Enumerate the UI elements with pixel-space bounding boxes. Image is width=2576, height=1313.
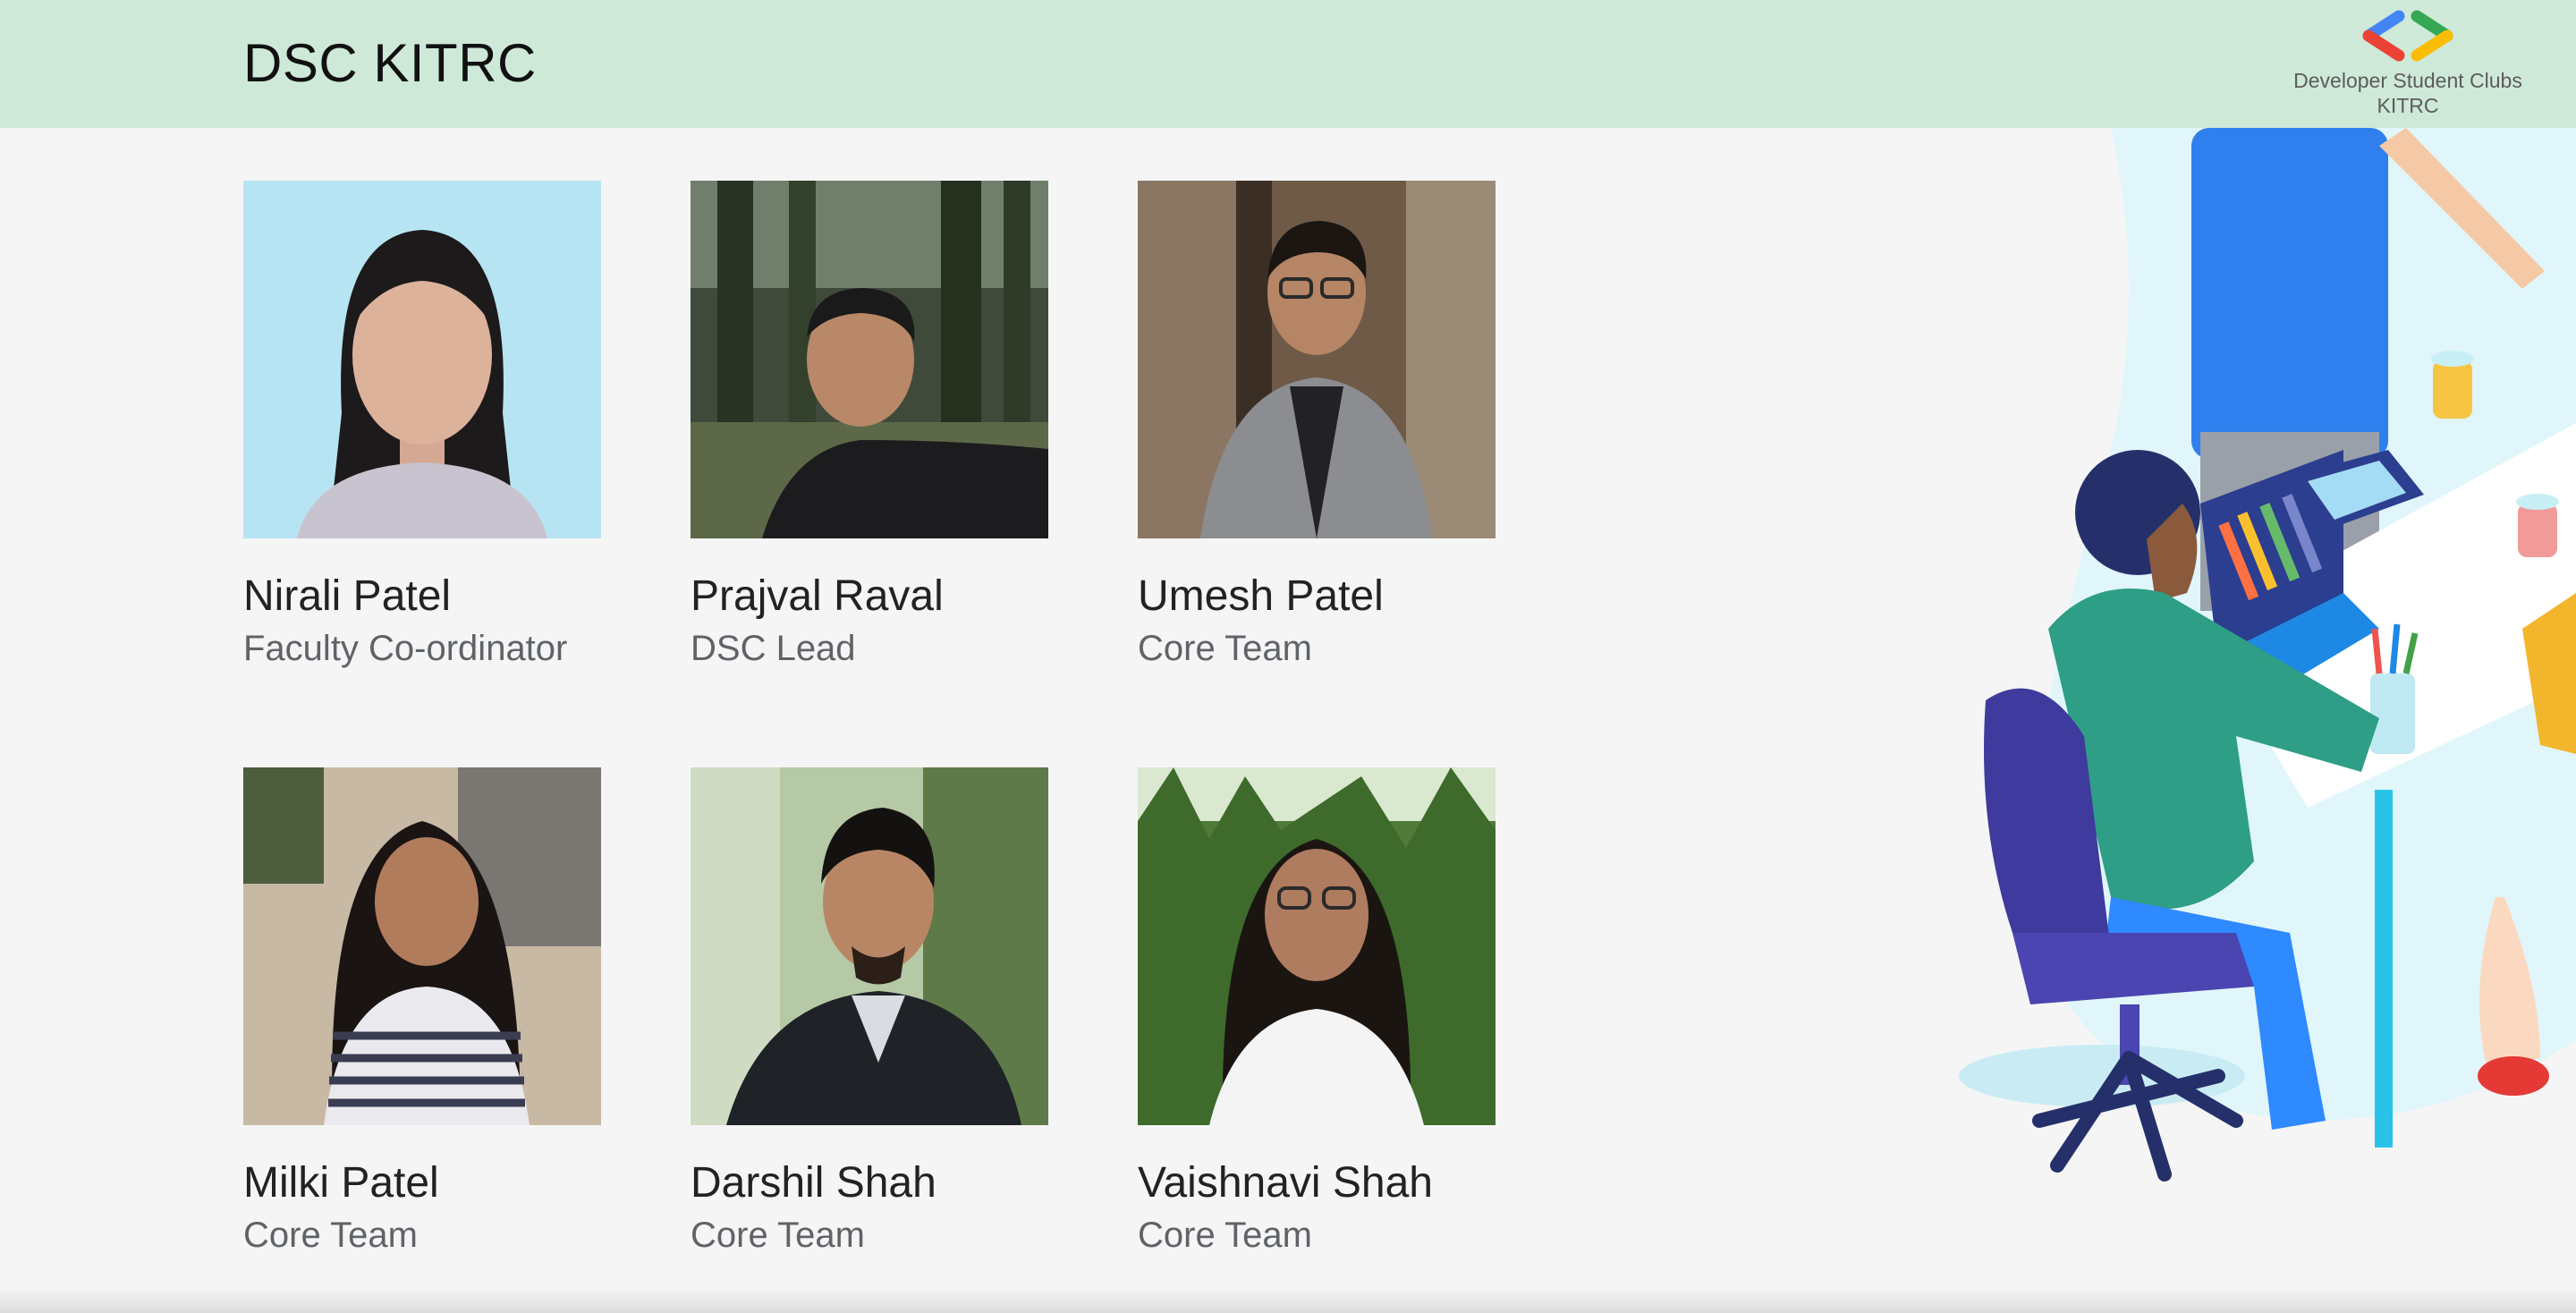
member-name: Umesh Patel — [1138, 572, 1384, 620]
member-role: Core Team — [691, 1216, 865, 1255]
member-name: Milki Patel — [243, 1159, 439, 1207]
site-title[interactable]: DSC KITRC — [243, 32, 537, 94]
team-card[interactable]: Nirali Patel Faculty Co-ordinator — [243, 181, 655, 671]
member-photo — [243, 767, 601, 1125]
team-card[interactable]: Vaishnavi Shah Core Team — [1138, 767, 1549, 1258]
member-role: Faculty Co-ordinator — [243, 629, 568, 668]
member-role: Core Team — [1138, 1216, 1312, 1255]
member-role: DSC Lead — [691, 629, 856, 668]
bottom-shadow — [0, 1288, 2576, 1313]
dsc-brackets-logo-icon — [2362, 10, 2453, 62]
member-photo — [691, 767, 1048, 1125]
team-card[interactable]: Prajval Raval DSC Lead — [691, 181, 1102, 671]
team-card[interactable]: Darshil Shah Core Team — [691, 767, 1102, 1258]
member-photo — [691, 181, 1048, 538]
team-illustration — [1959, 128, 2576, 1182]
team-card[interactable]: Umesh Patel Core Team — [1138, 181, 1549, 671]
brand-chapter: KITRC — [2377, 94, 2439, 117]
member-name: Prajval Raval — [691, 572, 944, 620]
member-role: Core Team — [1138, 629, 1312, 668]
member-photo — [1138, 767, 1496, 1125]
site-header: DSC KITRC Developer Student Clubs KITRC — [0, 0, 2576, 128]
member-role: Core Team — [243, 1216, 418, 1255]
team-card[interactable]: Milki Patel Core Team — [243, 767, 655, 1258]
member-name: Darshil Shah — [691, 1159, 936, 1207]
member-name: Nirali Patel — [243, 572, 452, 620]
brand-block[interactable]: Developer Student Clubs KITRC — [2290, 9, 2526, 123]
member-name: Vaishnavi Shah — [1138, 1159, 1433, 1207]
member-photo — [1138, 181, 1496, 538]
member-photo — [243, 181, 601, 538]
brand-name: Developer Student Clubs — [2293, 69, 2522, 92]
